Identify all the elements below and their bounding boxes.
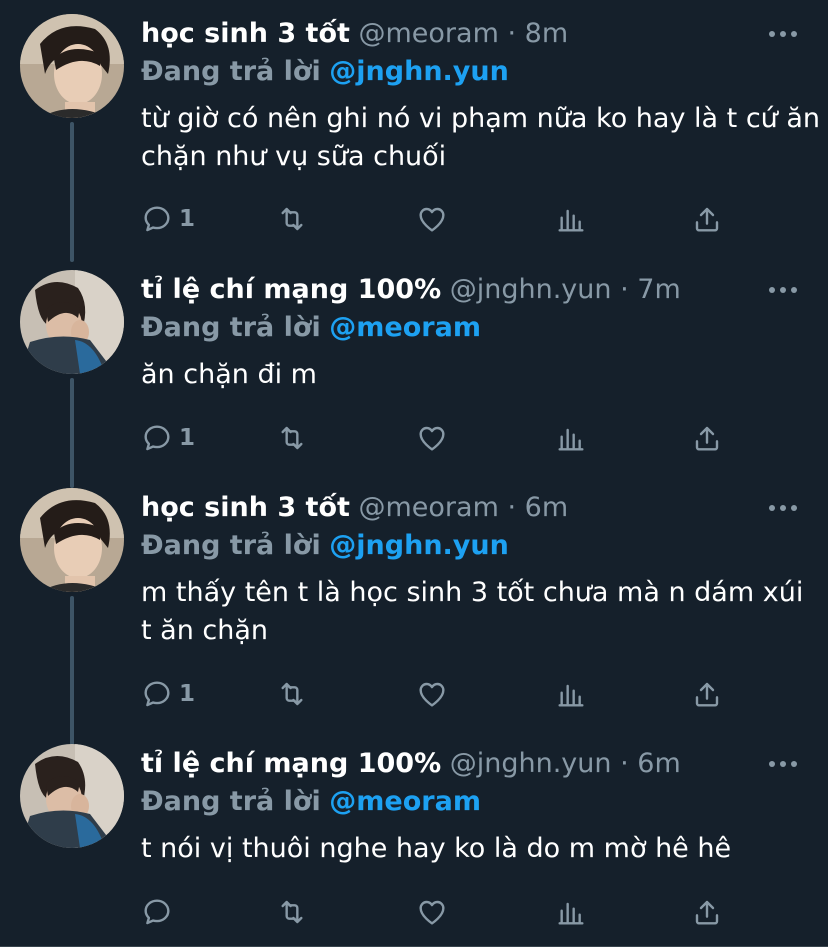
- analytics-icon: [558, 428, 584, 451]
- tweet[interactable]: tỉ lệ chí mạng 100% @jnghn.yun · 6m Đang…: [0, 730, 828, 947]
- analytics-button[interactable]: [555, 420, 587, 456]
- reply-button[interactable]: 1: [141, 420, 195, 456]
- share-button[interactable]: [691, 420, 723, 456]
- display-name[interactable]: học sinh 3 tốt: [141, 492, 350, 523]
- tweet-header: tỉ lệ chí mạng 100% @jnghn.yun · 7m: [141, 272, 768, 312]
- tweet-header: học sinh 3 tốt @meoram · 8m: [141, 16, 768, 56]
- tweet-header: tỉ lệ chí mạng 100% @jnghn.yun · 6m: [141, 746, 768, 786]
- replying-to-label: Đang trả lời: [141, 56, 321, 87]
- display-name[interactable]: học sinh 3 tốt: [141, 18, 350, 49]
- retweet-icon: [281, 682, 303, 706]
- tweet-header: học sinh 3 tốt @meoram · 6m: [141, 490, 768, 530]
- reply-icon: [144, 899, 170, 925]
- replying-to-label: Đang trả lời: [141, 312, 321, 343]
- reply-count: 1: [179, 681, 196, 707]
- user-handle[interactable]: @meoram: [359, 18, 499, 49]
- tweet-actions: [141, 894, 741, 930]
- retweet-button[interactable]: [275, 894, 309, 930]
- heart-icon: [419, 900, 445, 925]
- heart-icon: [419, 426, 445, 451]
- reply-icon: [144, 681, 170, 707]
- reply-button[interactable]: 1: [141, 676, 195, 712]
- avatar[interactable]: [20, 14, 124, 118]
- retweet-button[interactable]: [275, 420, 309, 456]
- analytics-icon: [558, 209, 584, 232]
- display-name[interactable]: tỉ lệ chí mạng 100%: [141, 274, 441, 305]
- share-button[interactable]: [691, 201, 723, 237]
- thread-connector: [70, 596, 74, 746]
- tweet-actions: 1: [141, 420, 741, 456]
- separator: ·: [507, 18, 517, 49]
- mention-link[interactable]: @jnghn.yun: [329, 530, 509, 561]
- tweet-actions: 1: [141, 676, 741, 712]
- replying-to-label: Đang trả lời: [141, 530, 321, 561]
- tweet-text: ăn chặn đi m: [141, 359, 317, 390]
- retweet-button[interactable]: [275, 676, 309, 712]
- reply-count: 1: [179, 425, 196, 451]
- reply-button[interactable]: [141, 894, 179, 930]
- share-icon: [695, 207, 719, 232]
- user-handle[interactable]: @jnghn.yun: [450, 274, 612, 305]
- retweet-icon: [281, 426, 303, 450]
- avatar[interactable]: [20, 270, 124, 374]
- reply-count: 1: [179, 206, 196, 232]
- replying-to: Đang trả lời @meoram: [141, 311, 481, 345]
- like-button[interactable]: [415, 676, 449, 712]
- like-button[interactable]: [415, 420, 449, 456]
- tweet[interactable]: học sinh 3 tốt @meoram · 8m Đang trả lời…: [0, 0, 828, 262]
- replying-to-label: Đang trả lời: [141, 786, 321, 817]
- share-icon: [695, 426, 719, 451]
- share-button[interactable]: [691, 894, 723, 930]
- replying-to: Đang trả lời @jnghn.yun: [141, 529, 509, 563]
- share-icon: [695, 682, 719, 707]
- user-handle[interactable]: @jnghn.yun: [450, 748, 612, 779]
- tweet[interactable]: tỉ lệ chí mạng 100% @jnghn.yun · 7m Đang…: [0, 256, 828, 488]
- tweet-actions: 1: [141, 201, 741, 237]
- share-icon: [695, 900, 719, 925]
- tweet[interactable]: học sinh 3 tốt @meoram · 6m Đang trả lời…: [0, 474, 828, 746]
- analytics-button[interactable]: [555, 201, 587, 237]
- reply-button[interactable]: 1: [141, 201, 195, 237]
- mention-link[interactable]: @meoram: [329, 786, 481, 817]
- more-options-icon[interactable]: [768, 756, 798, 772]
- more-options-icon[interactable]: [768, 500, 798, 516]
- like-button[interactable]: [415, 894, 449, 930]
- reply-icon: [144, 425, 170, 451]
- timestamp[interactable]: 8m: [525, 18, 568, 49]
- conversation-thread: học sinh 3 tốt @meoram · 8m Đang trả lời…: [0, 0, 828, 947]
- analytics-icon: [558, 902, 584, 925]
- tweet-text: từ giờ có nên ghi nó vi phạm nữa ko hay …: [141, 103, 821, 172]
- mention-link[interactable]: @jnghn.yun: [329, 56, 509, 87]
- heart-icon: [419, 682, 445, 707]
- mention-link[interactable]: @meoram: [329, 312, 481, 343]
- retweet-button[interactable]: [275, 201, 309, 237]
- avatar[interactable]: [20, 488, 124, 592]
- share-button[interactable]: [691, 676, 723, 712]
- separator: ·: [620, 274, 629, 305]
- heart-icon: [419, 207, 445, 232]
- analytics-button[interactable]: [555, 676, 587, 712]
- user-handle[interactable]: @meoram: [359, 492, 499, 523]
- timestamp[interactable]: 7m: [637, 274, 680, 305]
- more-options-icon[interactable]: [768, 282, 798, 298]
- separator: ·: [620, 748, 629, 779]
- display-name[interactable]: tỉ lệ chí mạng 100%: [141, 748, 441, 779]
- replying-to: Đang trả lời @meoram: [141, 785, 481, 819]
- retweet-icon: [281, 900, 303, 924]
- thread-connector: [70, 378, 74, 488]
- tweet-text: m thấy tên t là học sinh 3 tốt chưa mà n…: [141, 577, 804, 646]
- reply-icon: [144, 206, 170, 232]
- more-options-icon[interactable]: [768, 26, 798, 42]
- timestamp[interactable]: 6m: [525, 492, 568, 523]
- retweet-icon: [281, 207, 303, 231]
- timestamp[interactable]: 6m: [637, 748, 680, 779]
- separator: ·: [507, 492, 517, 523]
- like-button[interactable]: [415, 201, 449, 237]
- analytics-button[interactable]: [555, 894, 587, 930]
- thread-connector: [70, 122, 74, 262]
- avatar[interactable]: [20, 744, 124, 848]
- replying-to: Đang trả lời @jnghn.yun: [141, 55, 509, 89]
- tweet-text: t nói vị thuôi nghe hay ko là do m mờ hê…: [141, 833, 732, 864]
- analytics-icon: [558, 684, 584, 707]
